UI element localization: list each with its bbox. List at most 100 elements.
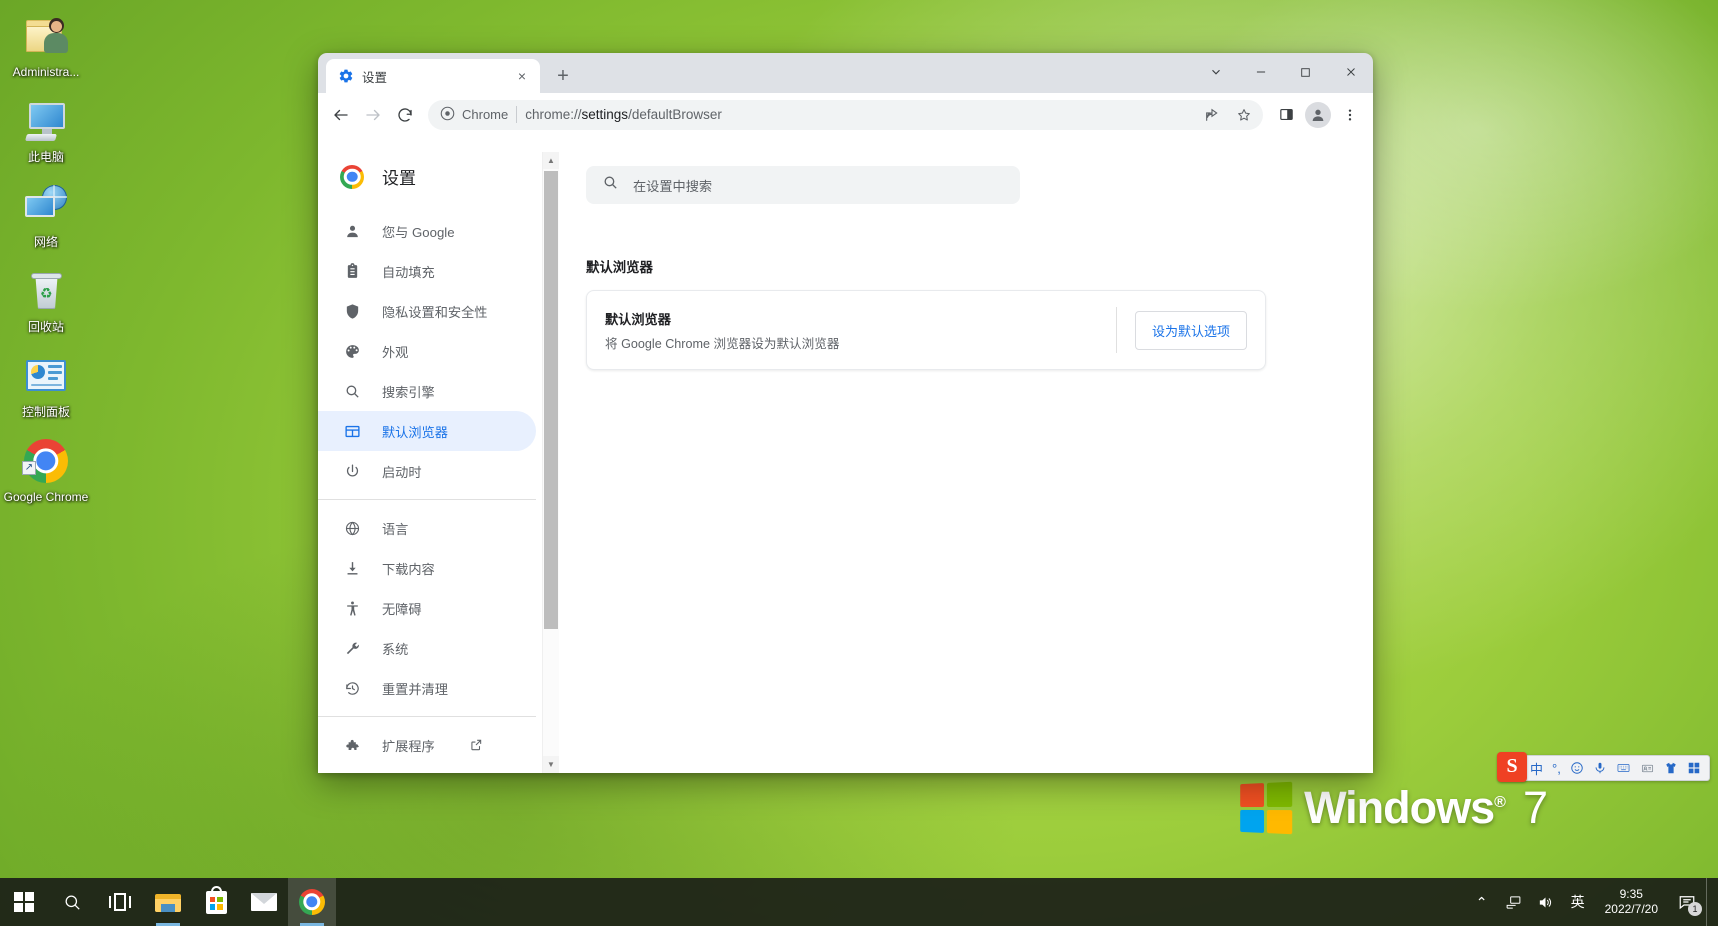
sidebar-item-privacy-security[interactable]: 隐私设置和安全性 — [318, 291, 536, 331]
sidebar-item-label: 扩展程序 — [382, 738, 435, 754]
settings-title: 设置 — [382, 169, 416, 188]
sidebar-item-system[interactable]: 系统 — [318, 628, 536, 668]
reload-button[interactable] — [390, 100, 420, 130]
card-text: 默认浏览器 将 Google Chrome 浏览器设为默认浏览器 — [605, 309, 1116, 352]
file-explorer-button[interactable] — [144, 878, 192, 926]
user-card-icon[interactable] — [1640, 762, 1655, 775]
chinese-mode-icon[interactable]: 中 — [1530, 759, 1543, 778]
accessibility-icon — [342, 598, 362, 618]
sidebar-item-autofill[interactable]: 自动填充 — [318, 251, 536, 291]
network-icon — [22, 182, 70, 230]
scroll-up-arrow[interactable]: ▲ — [543, 152, 559, 169]
globe-icon — [342, 518, 362, 538]
sidebar-item-accessibility[interactable]: 无障碍 — [318, 588, 536, 628]
taskbar-search-button[interactable] — [48, 878, 96, 926]
card-divider — [1115, 307, 1117, 353]
tab-close-button[interactable]: × — [512, 66, 532, 86]
sidebar-item-you-and-google[interactable]: 您与 Google — [318, 211, 536, 251]
side-panel-icon[interactable] — [1271, 100, 1301, 130]
search-tabs-button[interactable] — [1193, 53, 1238, 91]
settings-search-box[interactable]: 在设置中搜索 — [586, 166, 1020, 204]
sidebar-item-label: 搜索引擎 — [382, 384, 435, 400]
sogou-ime-toolbar[interactable]: S 中 °, — [1497, 752, 1710, 782]
sidebar-item-label: 外观 — [382, 344, 409, 360]
omnibox-actions — [1197, 100, 1259, 130]
tray-overflow-button[interactable]: ⌃ — [1467, 878, 1497, 926]
chrome-browser-window[interactable]: 设置 × + Chrome chrome://settings/defaultB… — [318, 53, 1373, 773]
settings-body: 设置 您与 Google 自动填充 隐私设置和安全性 外观 搜索引擎 默认浏览器… — [318, 152, 1373, 773]
clipboard-icon — [342, 261, 362, 281]
bookmark-star-icon[interactable] — [1229, 100, 1259, 130]
section-title-default-browser: 默认浏览器 — [586, 260, 653, 275]
minimize-button[interactable] — [1238, 53, 1283, 91]
sidebar-item-search-engine[interactable]: 搜索引擎 — [318, 371, 536, 411]
microsoft-store-button[interactable] — [192, 878, 240, 926]
new-tab-button[interactable]: + — [548, 61, 578, 91]
restore-icon — [342, 678, 362, 698]
sidebar-item-appearance[interactable]: 外观 — [318, 331, 536, 371]
close-window-button[interactable] — [1328, 53, 1373, 91]
action-center-button[interactable]: 1 — [1670, 878, 1704, 926]
make-default-button[interactable]: 设为默认选项 — [1134, 310, 1247, 350]
desktop-icon-this-pc[interactable]: 此电脑 — [0, 91, 92, 168]
voice-input-icon[interactable] — [1593, 761, 1607, 775]
recycle-bin-icon: ♻ — [22, 267, 70, 315]
start-button[interactable] — [0, 878, 48, 926]
tab-settings[interactable]: 设置 × — [326, 59, 540, 93]
chrome-taskbar-button[interactable] — [288, 878, 336, 926]
settings-page: 设置 您与 Google 自动填充 隐私设置和安全性 外观 搜索引擎 默认浏览器… — [318, 136, 1373, 773]
show-desktop-button[interactable] — [1706, 878, 1714, 926]
sidebar-item-label: 系统 — [382, 641, 409, 657]
card-description: 将 Google Chrome 浏览器设为默认浏览器 — [605, 336, 840, 351]
soft-keyboard-icon[interactable] — [1616, 761, 1631, 775]
address-bar[interactable]: Chrome chrome://settings/defaultBrowser — [428, 99, 1263, 130]
desktop-icon-label: Google Chrome — [3, 490, 89, 504]
three-dot-menu-icon[interactable] — [1335, 100, 1365, 130]
skin-icon[interactable] — [1664, 761, 1678, 775]
sidebar-item-on-startup[interactable]: 启动时 — [318, 451, 536, 491]
card-title: 默认浏览器 — [605, 311, 671, 327]
volume-icon[interactable] — [1531, 878, 1561, 926]
maximize-button[interactable] — [1283, 53, 1328, 91]
toolbox-icon[interactable] — [1687, 761, 1701, 775]
taskbar-clock[interactable]: 9:35 2022/7/20 — [1595, 887, 1668, 917]
desktop-icon-label: 此电脑 — [27, 150, 64, 164]
sidebar-item-extensions[interactable]: 扩展程序 — [318, 725, 536, 765]
punctuation-icon[interactable]: °, — [1552, 761, 1561, 776]
task-view-button[interactable] — [96, 878, 144, 926]
desktop-icon-control-panel[interactable]: 控制面板 — [0, 346, 92, 423]
chrome-logo-icon — [440, 106, 455, 124]
desktop-icon-network[interactable]: 网络 — [0, 176, 92, 253]
sogou-logo-icon[interactable]: S — [1497, 752, 1527, 782]
sidebar-item-languages[interactable]: 语言 — [318, 508, 536, 548]
scrollbar-thumb[interactable] — [544, 171, 558, 629]
forward-button[interactable] — [358, 100, 388, 130]
desktop-icon-administrator[interactable]: Administra... — [0, 6, 92, 83]
sidebar-item-label: 重置并清理 — [382, 681, 448, 697]
mail-button[interactable] — [240, 878, 288, 926]
back-button[interactable] — [326, 100, 356, 130]
browser-toolbar: Chrome chrome://settings/defaultBrowser — [318, 93, 1373, 136]
chrome-logo-icon — [340, 164, 364, 189]
settings-sidebar: 设置 您与 Google 自动填充 隐私设置和安全性 外观 搜索引擎 默认浏览器… — [318, 152, 559, 773]
sidebar-item-default-browser[interactable]: 默认浏览器 — [318, 411, 536, 451]
network-icon[interactable] — [1499, 878, 1529, 926]
clock-time: 9:35 — [1619, 887, 1643, 901]
scrollbar-track[interactable] — [543, 169, 559, 756]
desktop-icon-recycle-bin[interactable]: ♻ 回收站 — [0, 261, 92, 338]
scroll-down-arrow[interactable]: ▼ — [543, 756, 559, 773]
user-folder-icon — [22, 12, 70, 60]
profile-avatar-icon[interactable] — [1303, 100, 1333, 130]
person-icon — [342, 221, 362, 241]
settings-sidebar-scrollbar[interactable]: ▲ ▼ — [542, 152, 559, 773]
desktop-icon-label: 回收站 — [27, 320, 64, 334]
sidebar-item-label: 启动时 — [382, 464, 422, 480]
sidebar-divider-2 — [318, 716, 536, 717]
sidebar-item-reset-cleanup[interactable]: 重置并清理 — [318, 668, 536, 708]
sidebar-item-label: 自动填充 — [382, 264, 435, 280]
language-indicator[interactable]: 英 — [1563, 878, 1593, 926]
share-icon[interactable] — [1197, 100, 1227, 130]
sidebar-item-downloads[interactable]: 下载内容 — [318, 548, 536, 588]
desktop-icon-google-chrome[interactable]: ↗ Google Chrome — [0, 431, 92, 508]
emoji-icon[interactable] — [1570, 761, 1584, 775]
